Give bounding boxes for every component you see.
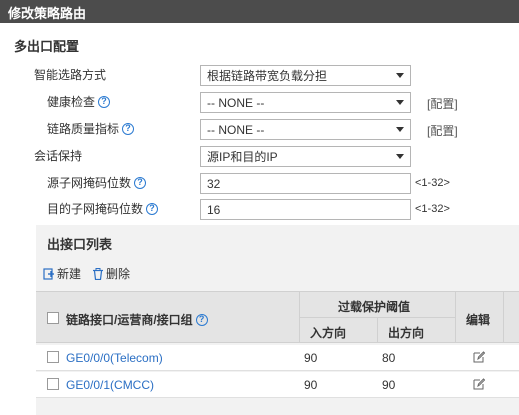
- smart-mode-label: 智能选路方式: [34, 66, 106, 83]
- edit-column-header: 编辑: [466, 313, 491, 327]
- session-keep-label-text: 会话保持: [34, 149, 83, 163]
- link-quality-select[interactable]: -- NONE --: [200, 119, 411, 140]
- table-row[interactable]: GE0/0/1(CMCC) 90 90: [36, 372, 519, 398]
- column-divider: [455, 292, 456, 342]
- header-divider: [299, 317, 455, 318]
- link-quality-label-text: 链路质量指标: [47, 122, 120, 136]
- src-mask-label-text: 源子网掩码位数: [47, 176, 132, 190]
- outbound-value: 80: [382, 351, 396, 365]
- inbound-value: 90: [304, 351, 318, 365]
- chevron-down-icon: [396, 154, 404, 159]
- new-button-label: 新建: [57, 267, 82, 281]
- dst-mask-input[interactable]: 16: [200, 199, 411, 220]
- interface-link[interactable]: GE0/0/1(CMCC): [66, 378, 154, 392]
- section-title: 多出口配置: [14, 39, 80, 54]
- dst-mask-value: 16: [207, 202, 221, 217]
- delete-button-label: 删除: [106, 267, 131, 281]
- help-icon[interactable]: ?: [146, 202, 159, 215]
- delete-button[interactable]: 删除: [92, 265, 130, 282]
- row-checkbox[interactable]: [47, 351, 59, 363]
- session-keep-select[interactable]: 源IP和目的IP: [200, 146, 411, 167]
- chevron-down-icon: [396, 127, 404, 132]
- inbound-column-header: 入方向: [310, 326, 347, 340]
- window-title: 修改策略路由: [8, 6, 87, 21]
- new-button[interactable]: 新建: [43, 265, 81, 282]
- src-mask-input[interactable]: 32: [200, 173, 411, 194]
- edit-icon[interactable]: [473, 351, 485, 363]
- outbound-column-header: 出方向: [388, 326, 425, 340]
- chevron-down-icon: [396, 73, 404, 78]
- health-check-select[interactable]: -- NONE --: [200, 92, 411, 113]
- table-row[interactable]: GE0/0/0(Telecom) 90 80: [36, 345, 519, 371]
- health-check-value: -- NONE --: [207, 95, 265, 110]
- table-header: 链路接口/运营商/接口组 ? 过载保护阈值 入方向 出方向 编辑: [36, 291, 519, 343]
- session-keep-value: 源IP和目的IP: [207, 150, 278, 164]
- dst-mask-label-text: 目的子网掩码位数: [47, 202, 144, 216]
- edit-icon[interactable]: [473, 378, 485, 390]
- dst-mask-range: <1-32>: [415, 203, 450, 215]
- panel-title: 出接口列表: [47, 237, 113, 252]
- smart-mode-label-text: 智能选路方式: [34, 68, 107, 82]
- chevron-down-icon: [396, 100, 404, 105]
- link-quality-config-link[interactable]: [配置]: [427, 122, 458, 139]
- select-all-checkbox[interactable]: [47, 312, 59, 324]
- health-check-label-text: 健康检查: [47, 95, 96, 109]
- help-icon[interactable]: ?: [122, 122, 135, 135]
- column-divider: [503, 292, 504, 342]
- src-mask-label: 源子网掩码位数 ?: [47, 174, 147, 191]
- outbound-value: 90: [382, 378, 396, 392]
- interface-link[interactable]: GE0/0/0(Telecom): [66, 351, 163, 365]
- health-check-config-link[interactable]: [配置]: [427, 95, 458, 112]
- health-check-label: 健康检查 ?: [47, 93, 111, 110]
- help-icon[interactable]: ?: [134, 176, 147, 189]
- dst-mask-label: 目的子网掩码位数 ?: [47, 200, 159, 217]
- add-document-icon: [43, 267, 54, 280]
- trash-icon: [93, 267, 103, 280]
- src-mask-range: <1-32>: [415, 177, 450, 189]
- help-icon[interactable]: ?: [195, 313, 208, 326]
- link-quality-value: -- NONE --: [207, 122, 265, 137]
- session-keep-label: 会话保持: [34, 147, 82, 164]
- row-checkbox[interactable]: [47, 378, 59, 390]
- interface-column-header: 链路接口/运营商/接口组 ?: [66, 311, 208, 328]
- column-divider: [377, 318, 378, 342]
- inbound-value: 90: [304, 378, 318, 392]
- outbound-interface-panel: 出接口列表 新建 删除 链路接口/运营商/接口组 ? 过载保护阈值 入方向 出方…: [36, 225, 519, 415]
- smart-mode-value: 根据链路带宽负载分担: [207, 69, 328, 83]
- window-titlebar: 修改策略路由: [0, 0, 519, 23]
- interface-column-label: 链路接口/运营商/接口组: [66, 313, 193, 327]
- smart-mode-select[interactable]: 根据链路带宽负载分担: [200, 65, 411, 86]
- src-mask-value: 32: [207, 176, 221, 191]
- link-quality-label: 链路质量指标 ?: [47, 120, 135, 137]
- overload-column-header: 过载保护阈值: [338, 300, 411, 314]
- help-icon[interactable]: ?: [98, 95, 111, 108]
